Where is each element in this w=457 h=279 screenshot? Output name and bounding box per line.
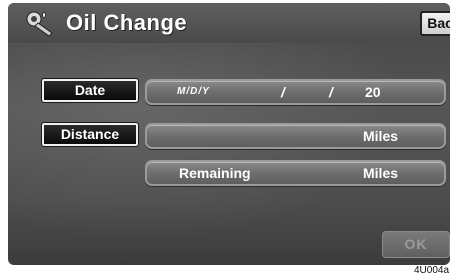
date-field[interactable]: M/D/Y / / 20 — [145, 79, 446, 105]
date-button[interactable]: Date — [41, 78, 139, 103]
date-year-prefix: 20 — [365, 84, 381, 100]
back-button[interactable]: Back — [420, 11, 450, 36]
date-separator-2: / — [329, 84, 333, 100]
date-format-label: M/D/Y — [177, 86, 210, 97]
ok-button[interactable]: OK — [382, 231, 450, 258]
oil-can-icon — [26, 11, 53, 37]
remaining-label: Remaining — [179, 165, 251, 181]
remaining-field: Remaining Miles — [145, 160, 446, 186]
distance-field[interactable]: Miles — [145, 123, 446, 149]
distance-button[interactable]: Distance — [41, 122, 139, 147]
date-separator-1: / — [281, 84, 285, 100]
distance-unit: Miles — [363, 128, 399, 144]
oil-change-screen: Oil Change Back Date M/D/Y / / 20 Distan… — [8, 3, 450, 265]
page-title: Oil Change — [66, 10, 188, 35]
figure-code: 4U004a — [412, 265, 452, 276]
remaining-unit: Miles — [363, 165, 399, 181]
